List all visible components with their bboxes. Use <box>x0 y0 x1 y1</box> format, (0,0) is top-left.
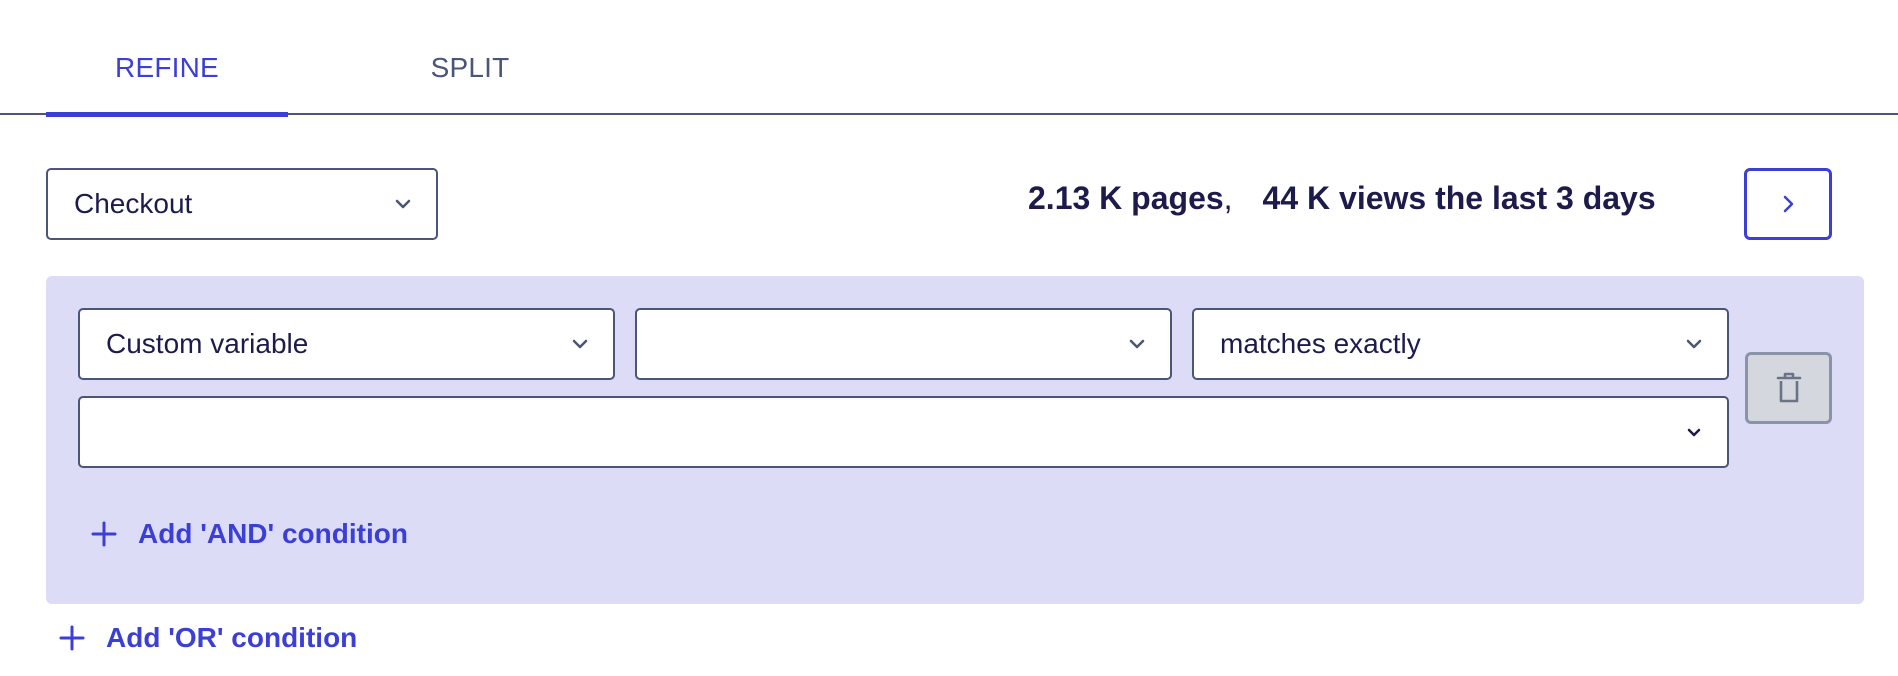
condition-variable-value: Custom variable <box>106 328 309 359</box>
plus-icon <box>91 521 117 547</box>
condition-operator-select[interactable]: matches exactly <box>1192 308 1729 380</box>
tab-bar: REFINE SPLIT <box>0 0 1898 117</box>
page-group-select-value: Checkout <box>74 188 193 219</box>
add-and-condition-label: Add 'AND' condition <box>138 518 408 549</box>
page-group-select[interactable]: Checkout <box>46 168 438 240</box>
segment-editor: REFINE SPLIT Checkout 2.13 K pages, 44 K … <box>0 0 1898 676</box>
condition-operator-value: matches exactly <box>1220 328 1421 359</box>
add-or-condition-button[interactable]: Add 'OR' condition <box>58 622 357 654</box>
condition-value-select[interactable] <box>78 396 1729 468</box>
chevron-down-icon <box>1126 333 1148 355</box>
tab-refine-label: REFINE <box>115 52 219 83</box>
condition-variable-select[interactable]: Custom variable <box>78 308 615 380</box>
plus-icon <box>59 625 85 651</box>
tab-refine[interactable]: REFINE <box>46 52 288 117</box>
chevron-down-icon <box>1683 421 1705 443</box>
add-or-condition-label: Add 'OR' condition <box>106 622 358 653</box>
tab-split-label: SPLIT <box>430 52 510 83</box>
pages-count: 2.13 K pages <box>1028 180 1224 216</box>
next-button[interactable] <box>1744 168 1832 240</box>
add-and-condition-button[interactable]: Add 'AND' condition <box>90 518 408 550</box>
active-tab-indicator <box>46 112 288 117</box>
views-count: 44 K views the last 3 days <box>1262 180 1656 216</box>
stats-separator: , <box>1223 180 1233 216</box>
chevron-down-icon <box>569 333 591 355</box>
delete-condition-button[interactable] <box>1745 352 1832 424</box>
chevron-down-icon <box>392 193 414 215</box>
condition-name-select[interactable] <box>635 308 1172 380</box>
chevron-down-icon <box>1683 333 1705 355</box>
segment-stats: 2.13 K pages, 44 K views the last 3 days <box>1028 180 1656 217</box>
tab-split[interactable]: SPLIT <box>400 52 540 84</box>
